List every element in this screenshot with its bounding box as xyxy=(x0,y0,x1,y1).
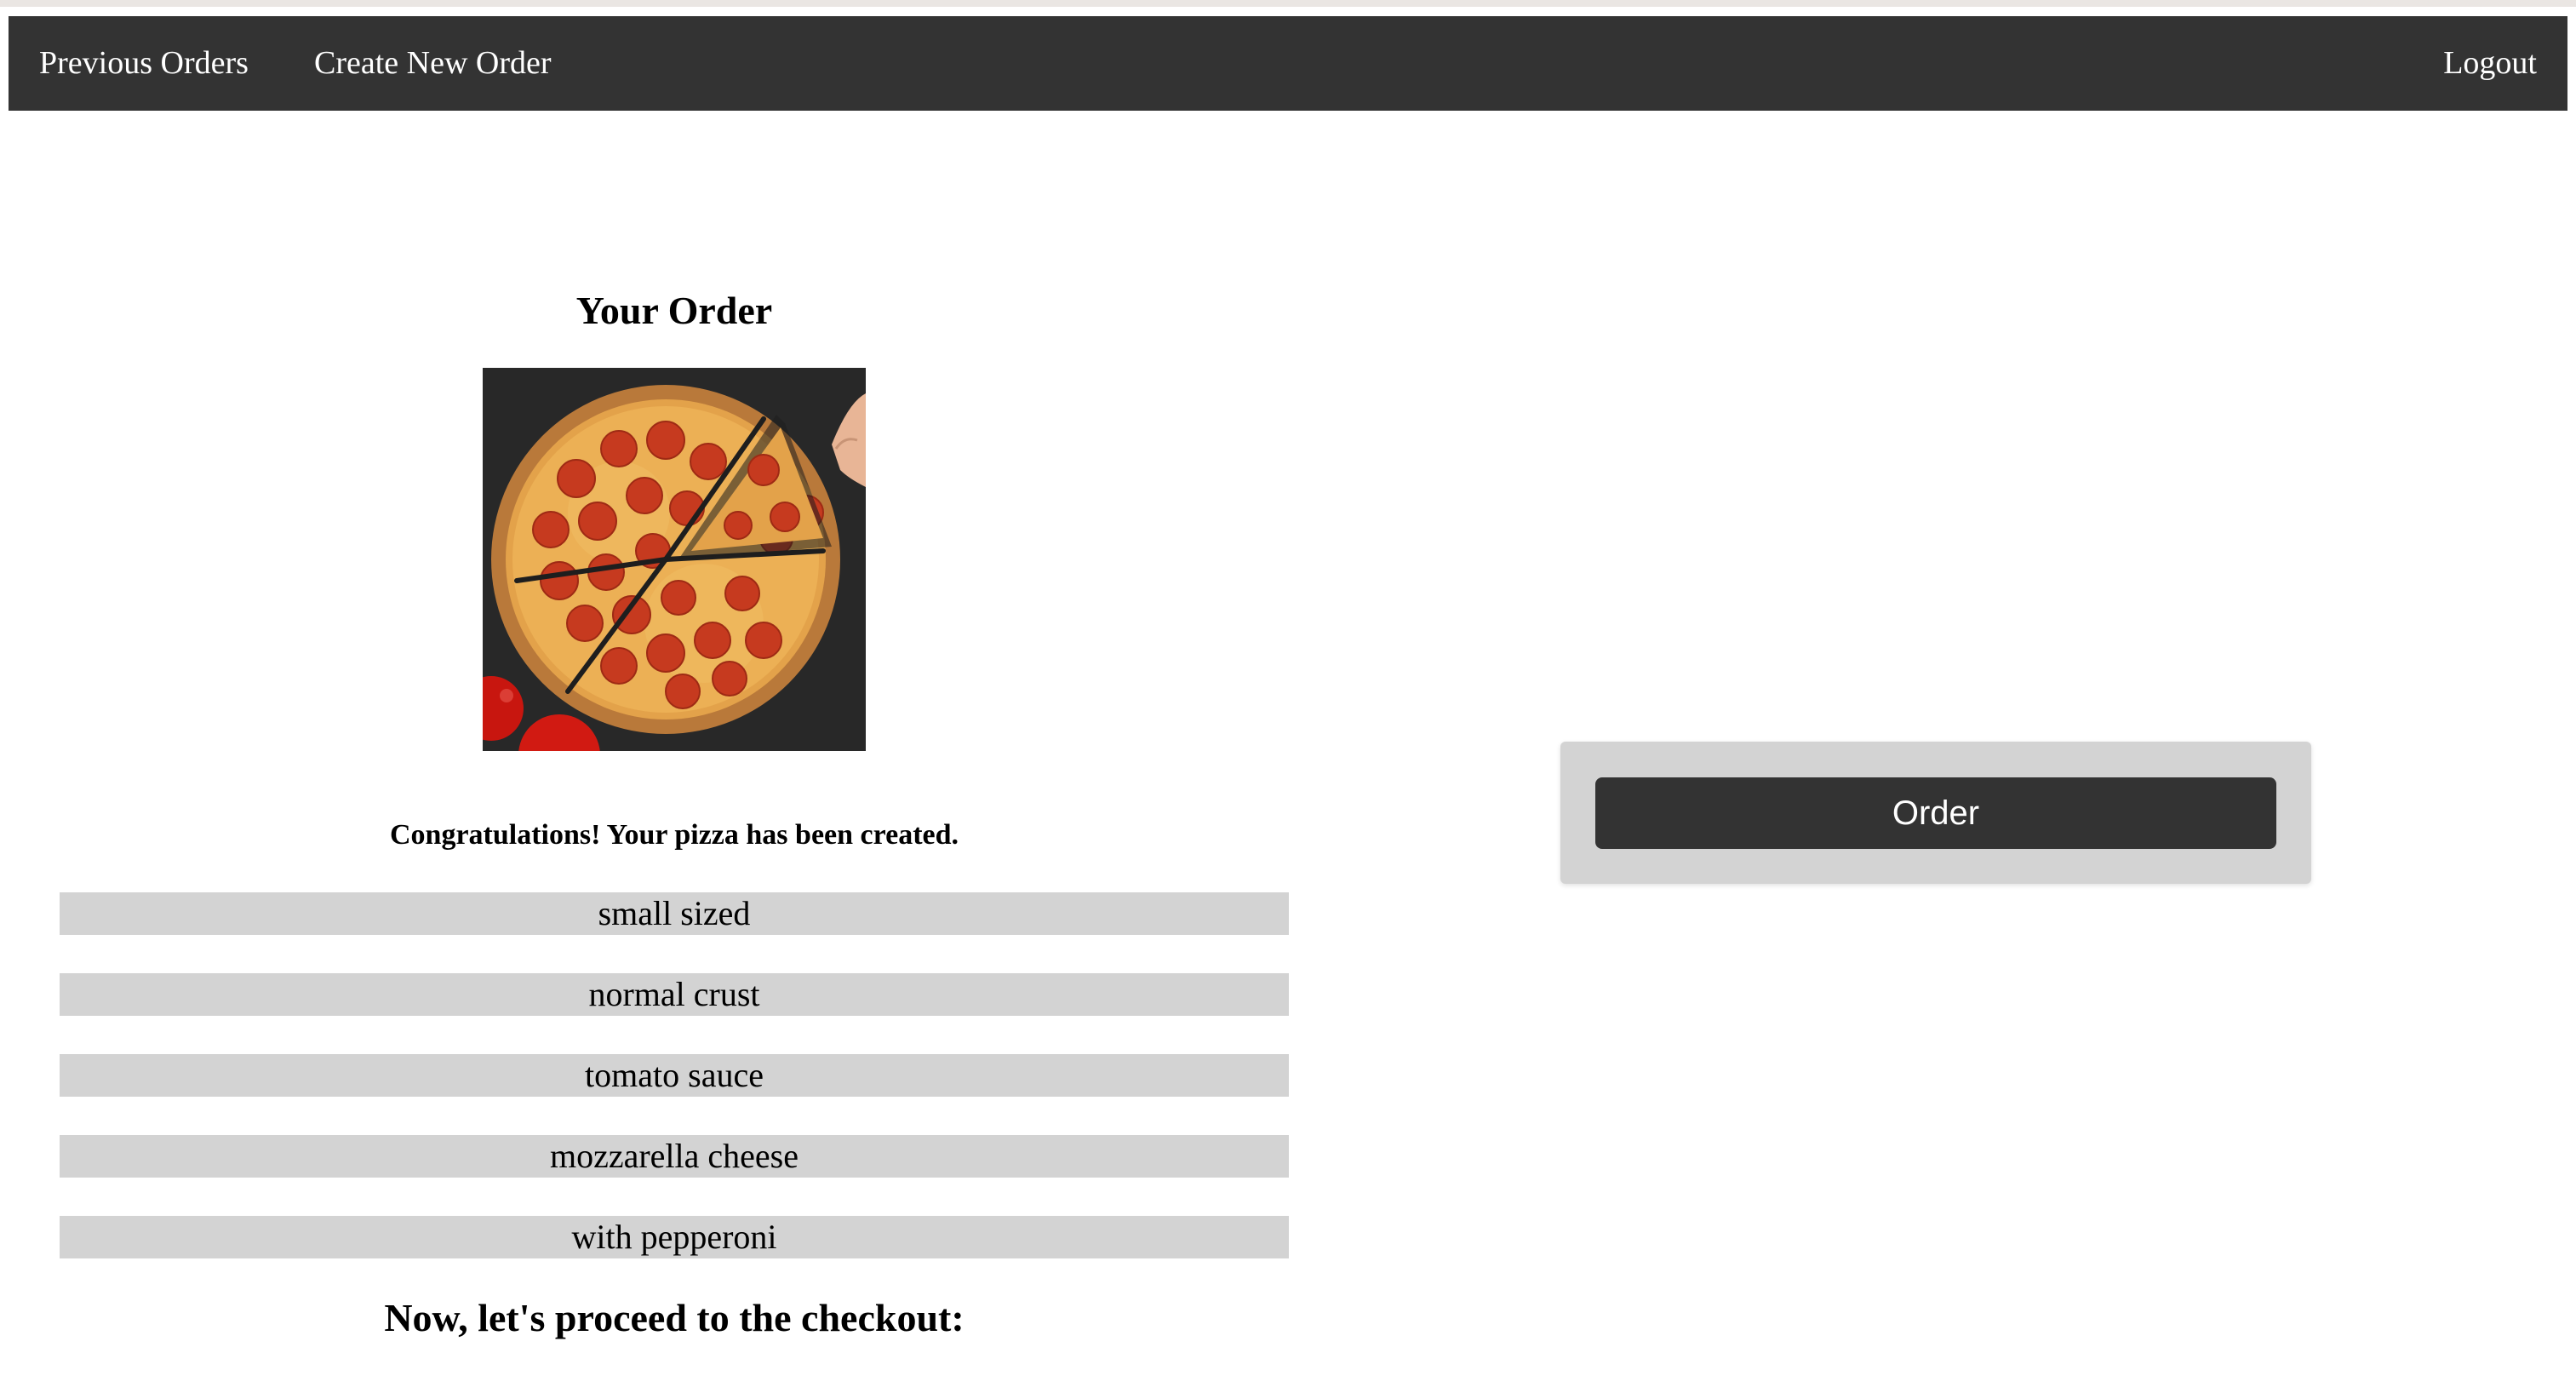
create-new-order-link[interactable]: Create New Order xyxy=(314,16,552,111)
ingredient-topping: with pepperoni xyxy=(60,1216,1289,1258)
pizza-image xyxy=(483,368,866,751)
order-button[interactable]: Order xyxy=(1595,777,2276,849)
top-strip xyxy=(0,0,2576,7)
ingredient-cheese: mozzarella cheese xyxy=(60,1135,1289,1178)
checkout-heading: Now, let's proceed to the checkout: xyxy=(384,1296,965,1339)
order-title: Your Order xyxy=(575,289,773,332)
ingredient-crust: normal crust xyxy=(60,973,1289,1016)
congratulations-message: Congratulations! Your pizza has been cre… xyxy=(389,819,959,851)
previous-orders-link[interactable]: Previous Orders xyxy=(39,16,249,111)
ingredient-sauce: tomato sauce xyxy=(60,1054,1289,1097)
ingredient-size: small sized xyxy=(60,892,1289,935)
logout-link[interactable]: Logout xyxy=(2443,16,2537,111)
navbar: Previous Orders Create New Order Logout xyxy=(9,16,2567,111)
order-panel: Order xyxy=(1560,742,2311,884)
